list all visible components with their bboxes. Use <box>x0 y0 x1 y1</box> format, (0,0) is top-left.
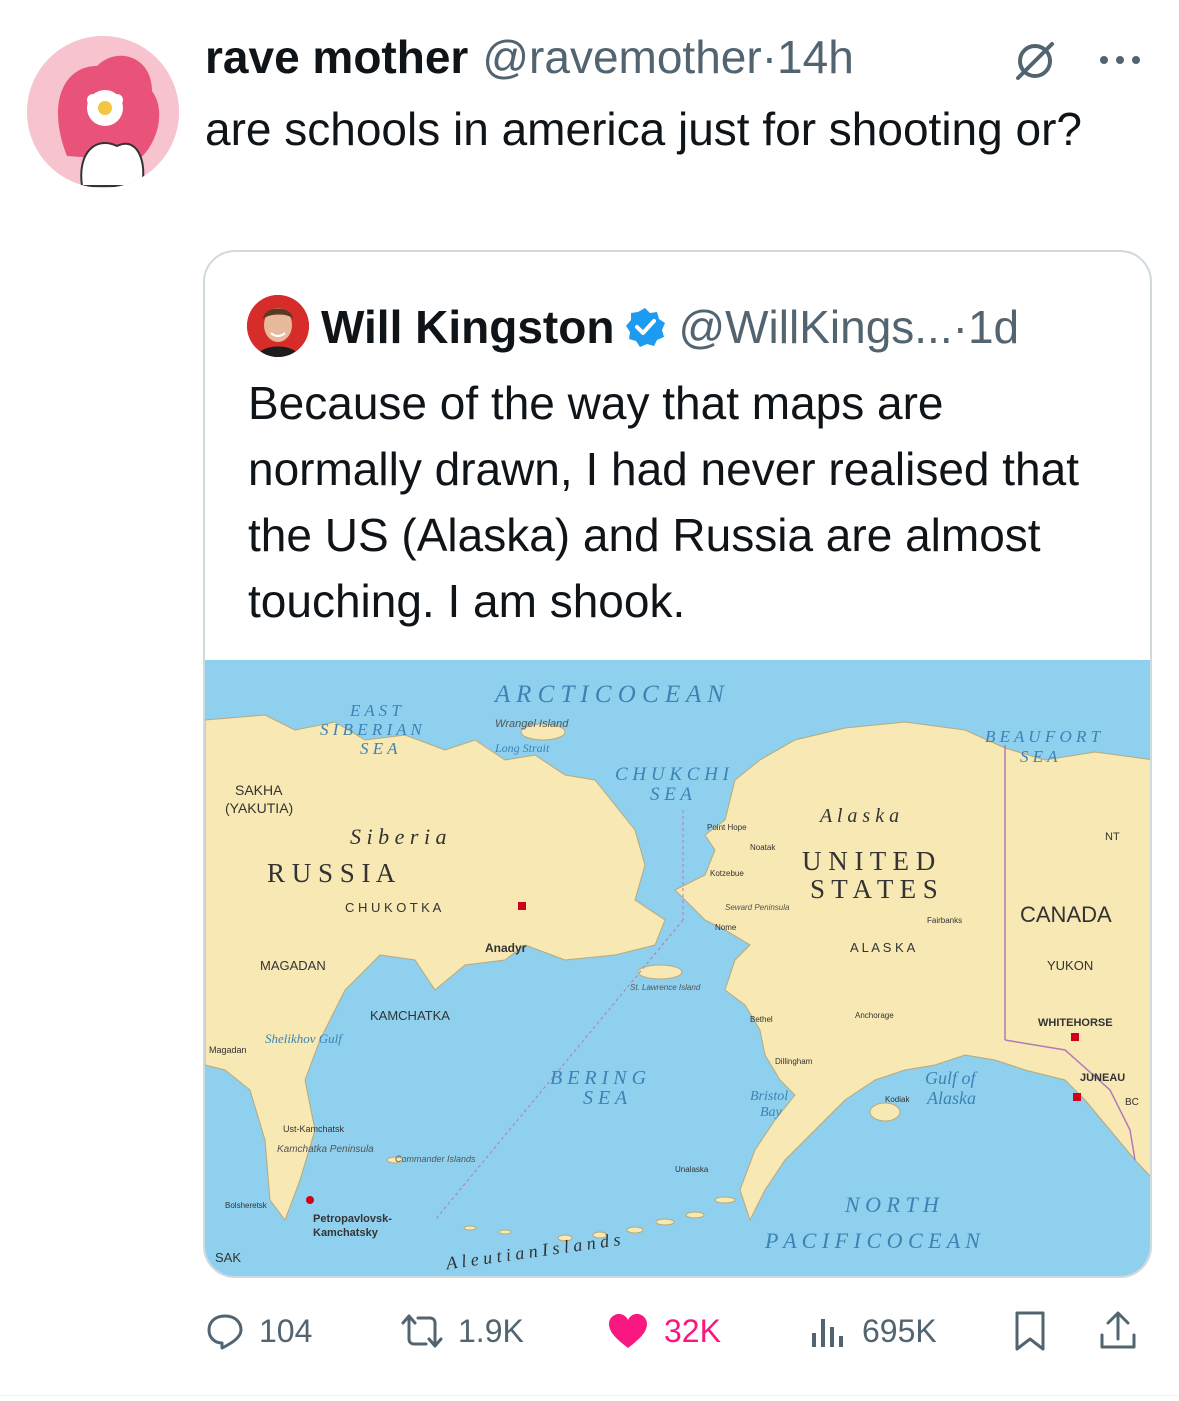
reply-button[interactable]: 104 <box>205 1296 312 1366</box>
map-label-siberia: S i b e r i a <box>350 824 447 849</box>
map-label-canada: CANADA <box>1020 902 1112 927</box>
map-label-pacific: P A C I F I C O C E A N <box>764 1228 981 1253</box>
map-label-bering: B E R I N G <box>550 1067 647 1089</box>
tweet-timestamp[interactable]: 14h <box>777 30 854 84</box>
map-label-wrangel: Wrangel Island <box>495 718 569 730</box>
map-label-long-strait: Long Strait <box>494 741 550 755</box>
tweet-text: are schools in america just for shooting… <box>205 103 1082 155</box>
map-label-st-lawrence: St. Lawrence Island <box>630 983 701 992</box>
map-label-beaufort: B E A U F O R T <box>985 727 1102 746</box>
map-label-dillingham: Dillingham <box>775 1057 813 1066</box>
map-label-ust-kamchatsk: Ust-Kamchatsk <box>283 1124 345 1134</box>
quoted-author-handle[interactable]: @WillKings... <box>678 300 952 354</box>
map-label-yukon: YUKON <box>1047 958 1093 973</box>
tweet-header: rave mother @ravemother · 14h <box>205 30 854 90</box>
map-label-sakha: SAKHA <box>235 782 283 798</box>
map-label-siberian: S I B E R I A N <box>320 720 423 739</box>
quoted-tweet-card[interactable]: Will Kingston @WillKings... · 1d Because… <box>203 250 1152 1278</box>
quoted-separator-dot: · <box>952 301 968 353</box>
map-label-chukotka: C H U K O T K A <box>345 900 442 915</box>
map-label-bristol: Bristol <box>750 1089 788 1104</box>
views-button[interactable]: 695K <box>808 1296 937 1366</box>
quoted-tweet-timestamp[interactable]: 1d <box>968 300 1019 354</box>
map-label-anadyr: Anadyr <box>485 941 527 955</box>
like-button[interactable]: 32K <box>606 1296 721 1366</box>
like-count: 32K <box>664 1312 721 1349</box>
map-label-yakutia: (YAKUTIA) <box>225 800 293 816</box>
map-label-alaska-region: A l a s k a <box>818 805 899 827</box>
map-label-east: E A S T <box>349 701 402 720</box>
separator-dot: · <box>761 31 778 83</box>
map-label-chukchi: C H U K C H I <box>615 764 731 785</box>
reply-count: 104 <box>259 1312 313 1349</box>
map-label-magadan-city: Magadan <box>209 1045 247 1055</box>
map-label-juneau: JUNEAU <box>1080 1072 1125 1084</box>
map-label-anchorage: Anchorage <box>855 1011 894 1020</box>
map-label-beaufort-sea: S E A <box>1020 747 1058 766</box>
map-label-petropavlovsk: Petropavlovsk- <box>313 1213 392 1225</box>
map-label-commander: Commander Islands <box>395 1154 476 1164</box>
map-label-bethel: Bethel <box>750 1015 773 1024</box>
map-label-kamchatka-peninsula: Kamchatka Peninsula <box>277 1144 374 1155</box>
map-label-magadan-region: MAGADAN <box>260 958 326 973</box>
map-label-arctic: A R C T I C O C E A N <box>493 681 725 708</box>
map-label-noatak: Noatak <box>750 843 776 852</box>
bottom-divider <box>0 1395 1179 1396</box>
author-avatar[interactable] <box>27 36 179 188</box>
author-handle[interactable]: @ravemother <box>482 30 761 84</box>
retweet-count: 1.9K <box>458 1312 524 1349</box>
quoted-tweet-header: Will Kingston @WillKings... · 1d <box>321 292 1019 362</box>
map-label-united: U N I T E D <box>802 846 935 876</box>
map-label-nt: NT <box>1105 831 1120 843</box>
grok-icon[interactable] <box>1010 36 1060 86</box>
map-label-whitehorse: WHITEHORSE <box>1038 1017 1113 1029</box>
map-label-kodiak: Kodiak <box>885 1095 910 1104</box>
map-label-kamchatsky: Kamchatsky <box>313 1227 379 1239</box>
share-icon <box>1100 1311 1136 1349</box>
map-label-states: S T A T E S <box>810 874 938 904</box>
map-label-gulf-of: Gulf of <box>925 1068 979 1088</box>
retweet-icon <box>401 1314 443 1348</box>
map-label-gulf-alaska: Alaska <box>926 1088 976 1108</box>
map-label-sea-east: S E A <box>360 739 398 758</box>
map-label-bristol-bay: Bay <box>760 1105 783 1120</box>
quoted-tweet-text: Because of the way that maps are normall… <box>248 377 1079 627</box>
share-button[interactable] <box>1096 1296 1154 1366</box>
more-options-icon[interactable] <box>1090 38 1150 78</box>
map-label-bolsheretsk: Bolsheretsk <box>225 1201 268 1210</box>
retweet-button[interactable]: 1.9K <box>400 1296 524 1366</box>
map-label-russia: R U S S I A <box>267 858 396 888</box>
map-label-kamchatka-region: KAMCHATKA <box>370 1008 450 1023</box>
map-label-shelikhov: Shelikhov Gulf <box>265 1031 344 1046</box>
verified-badge-icon <box>626 308 666 347</box>
tweet-action-bar: 104 1.9K 32K 695K <box>0 1296 1179 1366</box>
views-icon <box>812 1319 843 1347</box>
map-label-point-hope: Point Hope <box>707 823 747 832</box>
heart-icon <box>609 1314 647 1348</box>
views-count: 695K <box>862 1312 937 1349</box>
quoted-author-display-name[interactable]: Will Kingston <box>321 300 614 354</box>
author-display-name[interactable]: rave mother <box>205 30 468 84</box>
quoted-author-avatar[interactable] <box>247 295 309 357</box>
map-label-bc: BC <box>1125 1097 1139 1108</box>
map-label-seward-peninsula: Seward Peninsula <box>725 903 790 912</box>
map-label-north: N O R T H <box>844 1192 940 1217</box>
map-label-fairbanks: Fairbanks <box>927 916 962 925</box>
bookmark-button[interactable] <box>1010 1296 1064 1366</box>
map-label-unalaska: Unalaska <box>675 1165 709 1174</box>
reply-icon <box>207 1314 243 1350</box>
map-label-kotzebue: Kotzebue <box>710 869 744 878</box>
map-label-chukchi-sea: S E A <box>650 784 692 805</box>
map-label-bering-sea: S E A <box>583 1087 628 1109</box>
map-label-alaska-state: A L A S K A <box>850 940 916 955</box>
map-label-nome: Nome <box>715 923 737 932</box>
bering-strait-map[interactable]: A R C T I C O C E A N E A S T S I B E R … <box>205 660 1152 1278</box>
bookmark-icon <box>1015 1311 1045 1351</box>
map-label-sak: SAK <box>215 1250 241 1265</box>
